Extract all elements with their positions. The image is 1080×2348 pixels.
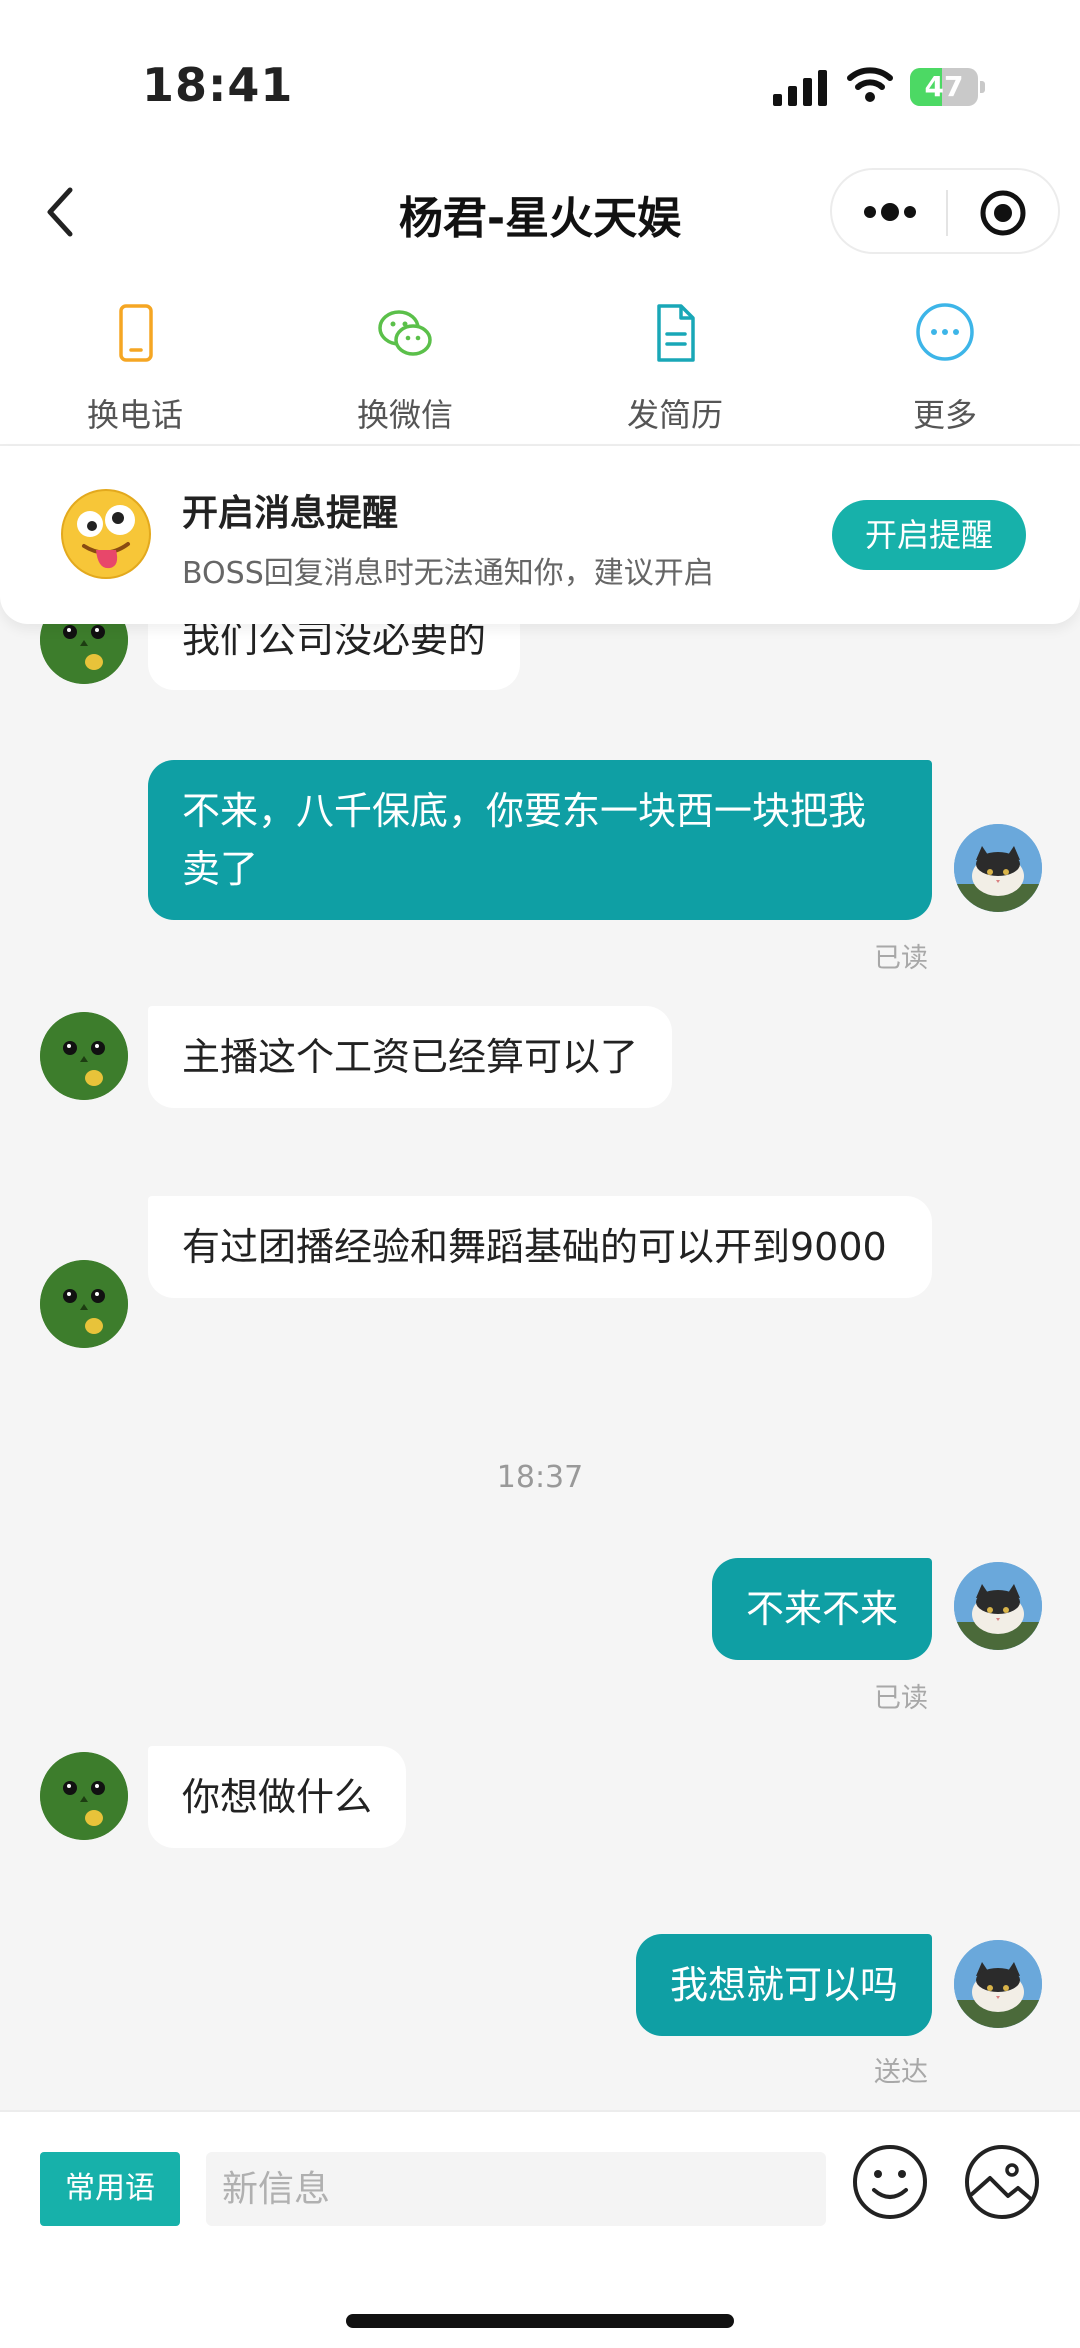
send-resume-button[interactable]: 发简历 [575, 302, 775, 434]
tongue-out-emoji-icon [61, 489, 151, 579]
back-arrow-icon[interactable] [36, 180, 84, 244]
notification-prompt-card: 开启消息提醒 BOSS回复消息时无法通知你，建议开启 开启提醒 [0, 446, 1080, 624]
chat-timestamp: 18:37 [496, 1460, 584, 1495]
quick-actions: 换电话 换微信 发简历 更多 [0, 280, 1080, 446]
frog-avatar-icon [40, 1012, 128, 1100]
cat-avatar-icon [954, 1940, 1042, 2028]
message-bubble-incoming[interactable]: 你想做什么 [148, 1746, 407, 1848]
status-time: 18:41 [142, 58, 294, 112]
boss-avatar[interactable] [40, 1752, 128, 1840]
message-input-bar: 常用语 [0, 2110, 1080, 2258]
frog-avatar-icon [40, 1260, 128, 1348]
status-bar: 18:41 47 [0, 0, 1080, 160]
swap-wechat-button[interactable]: 换微信 [305, 302, 505, 434]
common-phrases-button[interactable]: 常用语 [40, 2152, 180, 2226]
message-bubble-outgoing[interactable]: 不来，八千保底，你要东一块西一块把我卖了 [148, 760, 932, 920]
phone-icon [119, 304, 153, 362]
boss-avatar[interactable] [40, 1012, 128, 1100]
battery-percent: 47 [924, 70, 964, 103]
message-bubble-outgoing[interactable]: 不来不来 [711, 1558, 932, 1660]
cat-avatar-icon [954, 1562, 1042, 1650]
more-menu-icon[interactable] [860, 198, 920, 226]
message-bubble-incoming[interactable]: 主播这个工资已经算可以了 [148, 1006, 673, 1108]
cellular-signal-icon [773, 70, 827, 106]
cat-avatar-icon [954, 824, 1042, 912]
message-bubble-incoming[interactable]: 有过团播经验和舞蹈基础的可以开到9000 [148, 1196, 932, 1298]
nav-bar: 杨君-星火天娱 [0, 160, 1080, 280]
send-resume-label: 发简历 [626, 396, 723, 434]
page-title: 杨君-星火天娱 [398, 193, 682, 244]
message-bubble-outgoing[interactable]: 我想就可以吗 [635, 1934, 932, 2036]
enable-notifications-button[interactable]: 开启提醒 [832, 500, 1026, 570]
notify-description: BOSS回复消息时无法通知你，建议开启 [182, 556, 714, 591]
swap-wechat-label: 换微信 [356, 396, 453, 434]
close-target-icon[interactable] [978, 188, 1028, 238]
more-actions-button[interactable]: 更多 [845, 302, 1045, 434]
read-receipt: 已读 [874, 943, 928, 974]
chat-message-list[interactable]: 我们公司没必要的 不来，八千保底，你要东一块西一块把我卖了 已读 主播这个工资已… [0, 446, 1080, 2110]
user-avatar[interactable] [954, 1940, 1042, 2028]
mini-program-capsule [830, 168, 1060, 254]
image-picker-icon[interactable] [962, 2142, 1042, 2222]
wifi-icon [847, 67, 893, 102]
read-receipt: 已读 [874, 1683, 928, 1714]
home-indicator[interactable] [346, 2314, 734, 2328]
frog-avatar-icon [40, 1752, 128, 1840]
home-area [0, 2258, 1080, 2348]
more-dots-icon [916, 303, 974, 361]
delivered-receipt: 送达 [874, 2057, 928, 2088]
swap-phone-label: 换电话 [86, 396, 183, 434]
wechat-icon [378, 310, 432, 356]
resume-icon [657, 304, 695, 362]
emoji-icon[interactable] [850, 2142, 930, 2222]
notify-title: 开启消息提醒 [182, 493, 399, 534]
message-input[interactable] [206, 2152, 826, 2226]
user-avatar[interactable] [954, 824, 1042, 912]
more-actions-label: 更多 [912, 396, 977, 434]
boss-avatar[interactable] [40, 1260, 128, 1348]
battery-indicator: 47 [910, 68, 986, 106]
user-avatar[interactable] [954, 1562, 1042, 1650]
swap-phone-button[interactable]: 换电话 [35, 302, 235, 434]
